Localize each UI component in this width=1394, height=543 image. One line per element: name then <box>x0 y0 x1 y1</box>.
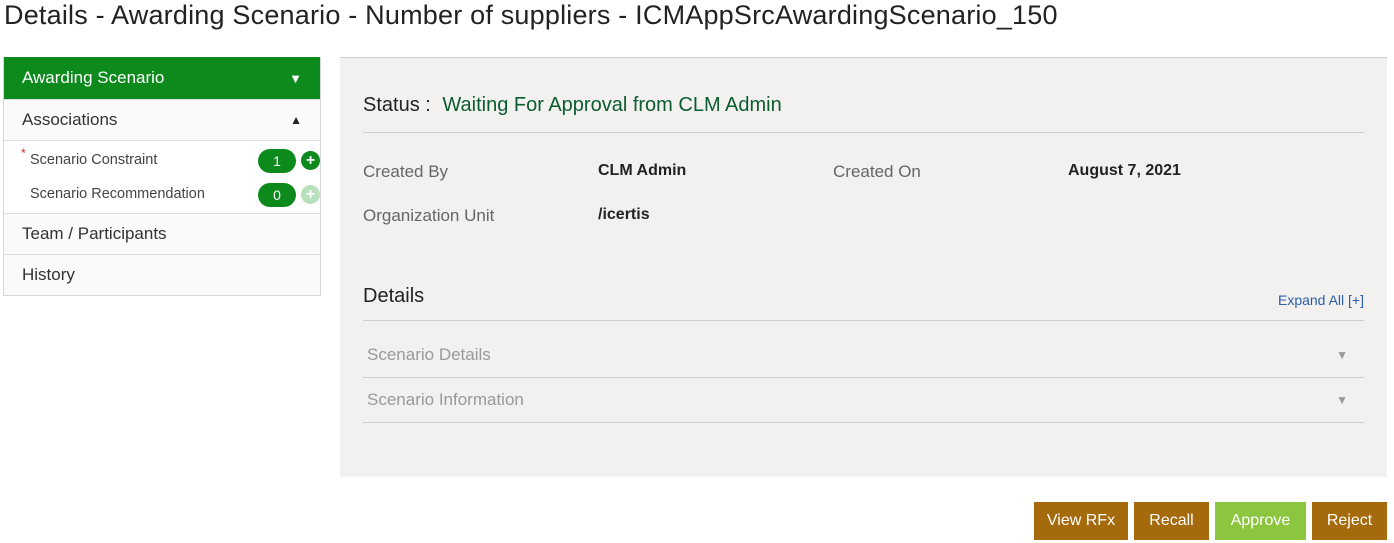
divider <box>363 320 1364 321</box>
add-icon[interactable]: + <box>301 151 320 170</box>
sidebar-item-label: Associations <box>22 110 118 129</box>
add-icon: + <box>301 185 320 204</box>
sidebar-item-awarding-scenario[interactable]: Awarding Scenario ▼ <box>4 57 320 99</box>
approve-button[interactable]: Approve <box>1215 502 1306 540</box>
created-by-value: CLM Admin <box>598 162 687 179</box>
association-scenario-constraint[interactable]: * Scenario Constraint 1 + <box>4 143 320 177</box>
caret-up-icon: ▲ <box>290 113 302 127</box>
accordion-scenario-information[interactable]: Scenario Information ▼ <box>363 378 1364 422</box>
sidebar-item-associations[interactable]: Associations ▲ <box>4 99 320 140</box>
chevron-down-icon: ▼ <box>1336 393 1348 407</box>
accordion-label: Scenario Information <box>367 390 524 409</box>
created-on-label: Created On <box>833 162 921 181</box>
org-unit-value: /icertis <box>598 206 650 223</box>
org-unit-label: Organization Unit <box>363 206 495 225</box>
reject-button[interactable]: Reject <box>1312 502 1387 540</box>
association-label: Scenario Recommendation <box>30 186 205 202</box>
status-row: Status : Waiting For Approval from CLM A… <box>363 94 1364 133</box>
divider <box>363 422 1364 423</box>
accordion-label: Scenario Details <box>367 345 491 364</box>
view-rfx-button[interactable]: View RFx <box>1034 502 1128 540</box>
sidebar-header-label: Awarding Scenario <box>22 68 165 87</box>
association-label: Scenario Constraint <box>30 152 158 168</box>
count-badge[interactable]: 0 <box>258 183 296 207</box>
page-title: Details - Awarding Scenario - Number of … <box>4 0 1058 30</box>
created-by-label: Created By <box>363 162 449 181</box>
required-marker: * <box>21 146 26 160</box>
accordion-scenario-details[interactable]: Scenario Details ▼ <box>363 333 1364 377</box>
sidebar-item-label: Team / Participants <box>22 224 167 243</box>
details-heading: Details <box>363 285 425 307</box>
caret-down-icon: ▼ <box>289 70 302 86</box>
recall-button[interactable]: Recall <box>1134 502 1209 540</box>
status-value: Waiting For Approval from CLM Admin <box>442 94 782 116</box>
sidebar-item-team-participants[interactable]: Team / Participants <box>4 213 320 254</box>
association-scenario-recommendation[interactable]: Scenario Recommendation 0 + <box>4 177 320 211</box>
sidebar-item-label: History <box>22 265 75 284</box>
sidebar: Awarding Scenario ▼ Associations ▲ * Sce… <box>3 57 321 296</box>
created-on-value: August 7, 2021 <box>1068 162 1181 179</box>
sidebar-item-history[interactable]: History <box>4 254 320 295</box>
status-label: Status : <box>363 94 431 116</box>
associations-list: * Scenario Constraint 1 + Scenario Recom… <box>4 140 320 213</box>
chevron-down-icon: ▼ <box>1336 348 1348 362</box>
main-panel: Status : Waiting For Approval from CLM A… <box>340 57 1387 477</box>
count-badge[interactable]: 1 <box>258 149 296 173</box>
expand-all-link[interactable]: Expand All [+] <box>1278 292 1364 308</box>
